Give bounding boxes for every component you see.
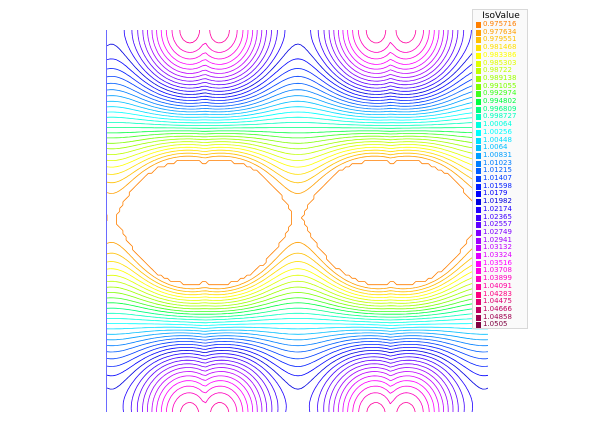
contour-line bbox=[165, 30, 430, 412]
legend-swatch bbox=[476, 106, 481, 113]
legend-swatch bbox=[476, 283, 481, 290]
legend-swatch bbox=[476, 168, 481, 175]
legend-swatch bbox=[476, 176, 481, 182]
legend-swatch bbox=[476, 229, 481, 236]
contour-line bbox=[107, 116, 488, 324]
legend-swatch bbox=[476, 60, 481, 67]
legend-swatch bbox=[476, 52, 481, 59]
legend-swatch bbox=[476, 206, 481, 213]
legend-swatch bbox=[476, 276, 481, 283]
legend-swatch bbox=[476, 183, 481, 190]
legend-swatch bbox=[476, 253, 481, 259]
legend-swatch bbox=[476, 145, 481, 152]
contour-plot-area bbox=[106, 30, 488, 412]
contour-line bbox=[136, 30, 459, 412]
contour-line bbox=[107, 144, 488, 301]
contour-line bbox=[142, 30, 454, 412]
legend-swatch bbox=[476, 260, 481, 267]
legend-swatch bbox=[476, 137, 481, 144]
legend-swatch bbox=[476, 75, 481, 82]
contour-line bbox=[107, 127, 488, 318]
contour-line bbox=[107, 122, 488, 321]
legend-swatch bbox=[476, 160, 481, 167]
legend-swatch bbox=[476, 237, 481, 244]
legend-swatch bbox=[476, 222, 481, 229]
legend-swatch bbox=[476, 245, 481, 252]
isovalue-legend: IsoValue 0.975716 0.977634 0.979551 0.98146… bbox=[472, 9, 528, 329]
legend-swatch bbox=[476, 114, 481, 121]
legend-swatch bbox=[476, 83, 481, 90]
contour-line bbox=[107, 160, 480, 286]
legend-swatch bbox=[476, 129, 481, 136]
legend-swatch bbox=[476, 314, 481, 321]
legend-swatch bbox=[476, 191, 481, 198]
contour-line bbox=[107, 68, 488, 367]
legend-swatch bbox=[476, 322, 481, 329]
contour-line bbox=[107, 149, 488, 296]
contour-plot bbox=[107, 30, 488, 412]
legend-swatch bbox=[476, 99, 481, 105]
legend-swatch bbox=[476, 91, 481, 98]
contour-line bbox=[122, 30, 473, 412]
legend-swatch bbox=[476, 291, 481, 298]
legend-swatch bbox=[476, 37, 481, 44]
legend-swatch bbox=[476, 29, 481, 36]
legend-swatch bbox=[476, 214, 481, 221]
contour-line bbox=[107, 152, 488, 293]
contour-line bbox=[160, 30, 435, 412]
legend-swatch bbox=[476, 45, 481, 52]
contour-line bbox=[107, 111, 488, 326]
legend-swatch bbox=[476, 122, 481, 129]
legend-swatch bbox=[476, 152, 481, 159]
legend-swatch bbox=[476, 22, 481, 28]
legend-swatch bbox=[476, 268, 481, 275]
legend-swatch bbox=[476, 199, 481, 206]
legend-swatch bbox=[476, 68, 481, 75]
legend-swatch bbox=[476, 299, 481, 306]
legend-label: 1.0505 bbox=[483, 320, 508, 329]
contour-line bbox=[130, 30, 465, 412]
contour-line bbox=[147, 30, 449, 412]
legend-swatch bbox=[476, 306, 481, 313]
contour-line bbox=[151, 30, 444, 412]
contour-line bbox=[179, 30, 417, 412]
